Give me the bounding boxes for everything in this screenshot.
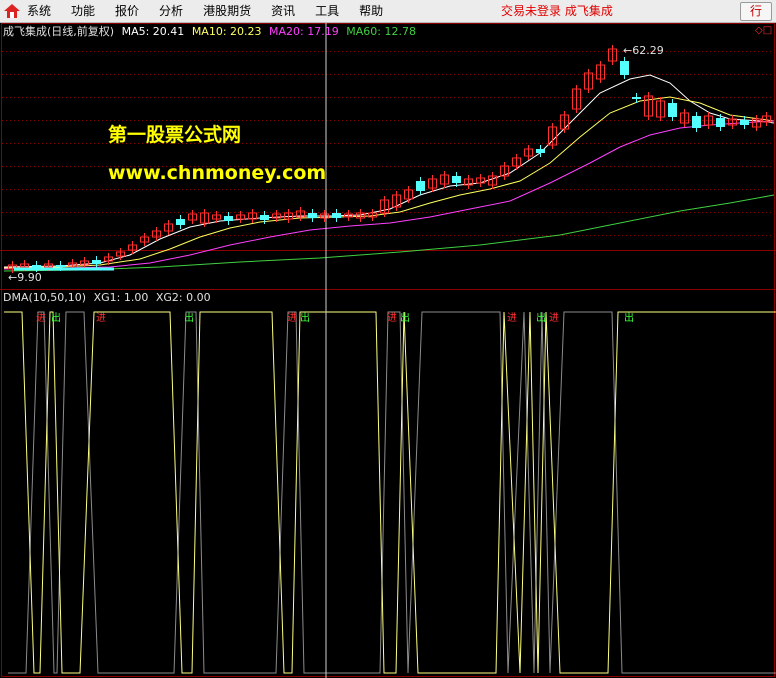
candlestick-layer (8, 45, 771, 273)
ma60-value: MA60: 12.78 (346, 25, 416, 38)
candle-body-down (332, 213, 341, 218)
xg1-value: XG1: 1.00 (93, 291, 149, 304)
candle-body-down (668, 103, 677, 117)
menu-help[interactable]: 帮助 (359, 0, 383, 22)
watermark-url: www.chnmoney.com (108, 162, 327, 184)
candle-body-down (716, 118, 725, 127)
dma-title[interactable]: DMA(10,50,10) (3, 291, 86, 304)
sell-marker: 出 (184, 313, 194, 324)
menu-tools[interactable]: 工具 (315, 0, 339, 22)
low-price-label: ←9.90 (8, 271, 42, 284)
chart-frame (1, 23, 775, 677)
candle-body-down (176, 219, 185, 225)
quote-button[interactable]: 行 (740, 2, 772, 21)
sell-marker: 出 (300, 313, 310, 324)
menu-quote[interactable]: 报价 (115, 0, 139, 22)
dma-signal-line-2 (8, 311, 776, 674)
ma20-value: MA20: 17.19 (269, 25, 339, 38)
xg2-value: XG2: 0.00 (155, 291, 211, 304)
candle-body-down (620, 61, 629, 75)
ma10-value: MA10: 20.23 (191, 25, 262, 38)
menu-bar: 系统 功能 报价 分析 港股期货 资讯 工具 帮助 交易未登录 成飞集成 行 (0, 0, 776, 23)
stock-title[interactable]: 成飞集成(日线,前复权) (3, 25, 114, 38)
candle-body-down (632, 97, 641, 99)
sell-marker: 出 (536, 313, 546, 324)
sub-chart-legend: DMA(10,50,10) XG1: 1.00 XG2: 0.00 (3, 291, 211, 305)
menu-function[interactable]: 功能 (71, 0, 95, 22)
corner-marker[interactable]: ◇□ (755, 25, 772, 37)
buy-marker: 进 (549, 313, 559, 324)
candle-body-down (92, 260, 101, 264)
candle-body-down (536, 149, 545, 153)
menu-hk-futures[interactable]: 港股期货 (203, 0, 251, 22)
chart-canvas[interactable] (0, 23, 776, 678)
stock-software-window: 系统 功能 报价 分析 港股期货 资讯 工具 帮助 交易未登录 成飞集成 行 成… (0, 0, 776, 678)
main-chart-legend: 成飞集成(日线,前复权) MA5: 20.41 MA10: 20.23 MA20… (3, 25, 416, 39)
sell-marker: 出 (624, 313, 634, 324)
dma-signal-line (4, 311, 776, 674)
watermark-title: 第一股票公式网 (108, 124, 242, 146)
buy-marker: 进 (507, 313, 517, 324)
candle-body-down (56, 265, 65, 267)
buy-marker: 进 (387, 313, 397, 324)
candle-body-down (452, 176, 461, 183)
buy-marker: 进 (96, 313, 106, 324)
buy-marker: 进 (287, 313, 297, 324)
chart-area[interactable]: 成飞集成(日线,前复权) MA5: 20.41 MA10: 20.23 MA20… (0, 23, 776, 678)
ma5-value: MA5: 20.41 (121, 25, 185, 38)
sell-marker: 出 (400, 313, 410, 324)
app-logo-icon (4, 4, 20, 18)
menu-list: 系统 功能 报价 分析 港股期货 资讯 工具 帮助 (27, 0, 403, 22)
trade-login-status[interactable]: 交易未登录 成飞集成 (501, 0, 613, 22)
menu-system[interactable]: 系统 (27, 0, 51, 22)
grid-layer (0, 23, 776, 677)
sell-marker: 出 (51, 313, 61, 324)
buy-marker: 进 (36, 313, 46, 324)
candle-body-down (224, 216, 233, 221)
dma-signal-layer (4, 311, 776, 674)
candle-body-down (416, 181, 425, 191)
candle-body-down (692, 116, 701, 128)
candle-body-down (260, 215, 269, 220)
menu-analysis[interactable]: 分析 (159, 0, 183, 22)
candle-body-down (740, 120, 749, 125)
high-price-label: ←62.29 (623, 44, 664, 57)
menu-news[interactable]: 资讯 (271, 0, 295, 22)
candle-body-down (308, 213, 317, 218)
